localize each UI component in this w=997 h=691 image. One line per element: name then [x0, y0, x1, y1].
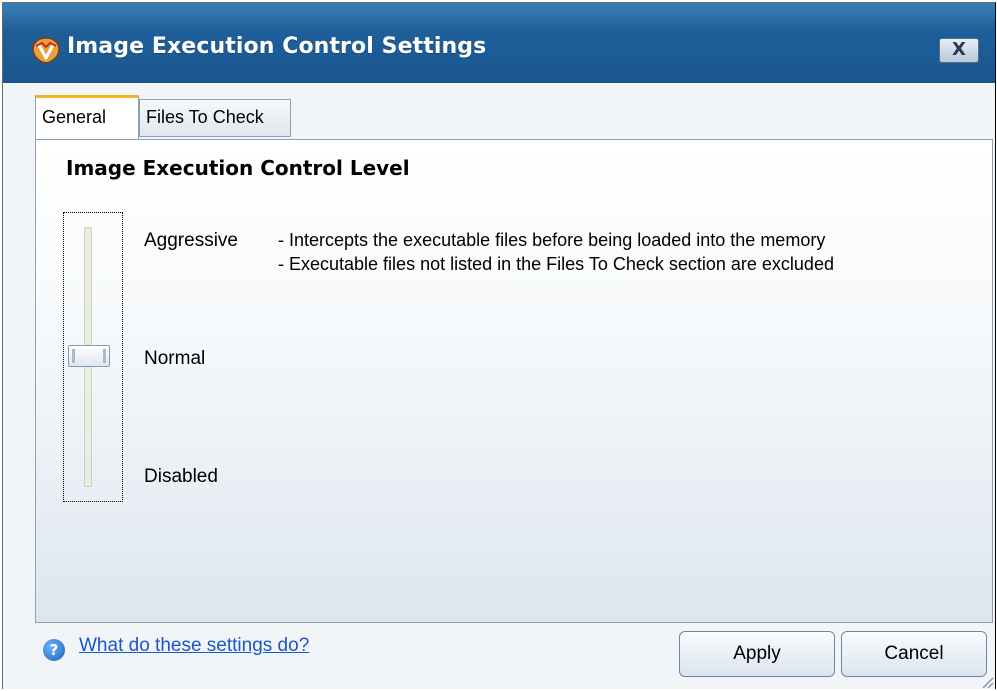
general-tab-panel: Image Execution Control Level Aggressive… — [35, 139, 993, 623]
tab-general[interactable]: General — [35, 95, 139, 139]
settings-window: Image Execution Control Settings X Gener… — [2, 2, 996, 691]
level-label-aggressive: Aggressive — [144, 230, 238, 251]
level-slider[interactable] — [63, 212, 123, 502]
dialog-body: General Files To Check Image Execution C… — [3, 83, 995, 691]
level-description-line-2: - Executable files not listed in the Fil… — [278, 254, 834, 274]
question-circle-icon[interactable]: ? — [43, 639, 65, 661]
thumb-grip-left — [72, 349, 75, 363]
close-button[interactable]: X — [939, 38, 979, 63]
apply-button[interactable]: Apply — [679, 631, 835, 677]
window-title: Image Execution Control Settings — [67, 34, 487, 59]
level-label-normal: Normal — [144, 348, 206, 369]
thumb-grip-right — [103, 349, 106, 363]
help-link[interactable]: What do these settings do? — [79, 635, 309, 657]
section-title: Image Execution Control Level — [66, 156, 410, 180]
tab-files-to-check[interactable]: Files To Check — [139, 99, 291, 137]
title-bar: Image Execution Control Settings X — [3, 3, 995, 83]
comodo-shield-icon — [32, 37, 60, 64]
resize-grip-icon[interactable] — [978, 673, 994, 689]
cancel-button[interactable]: Cancel — [841, 631, 987, 677]
close-icon: X — [952, 39, 966, 60]
level-label-disabled: Disabled — [144, 466, 218, 487]
level-description-line-1: - Intercepts the executable files before… — [278, 230, 826, 250]
slider-thumb[interactable] — [68, 345, 110, 367]
